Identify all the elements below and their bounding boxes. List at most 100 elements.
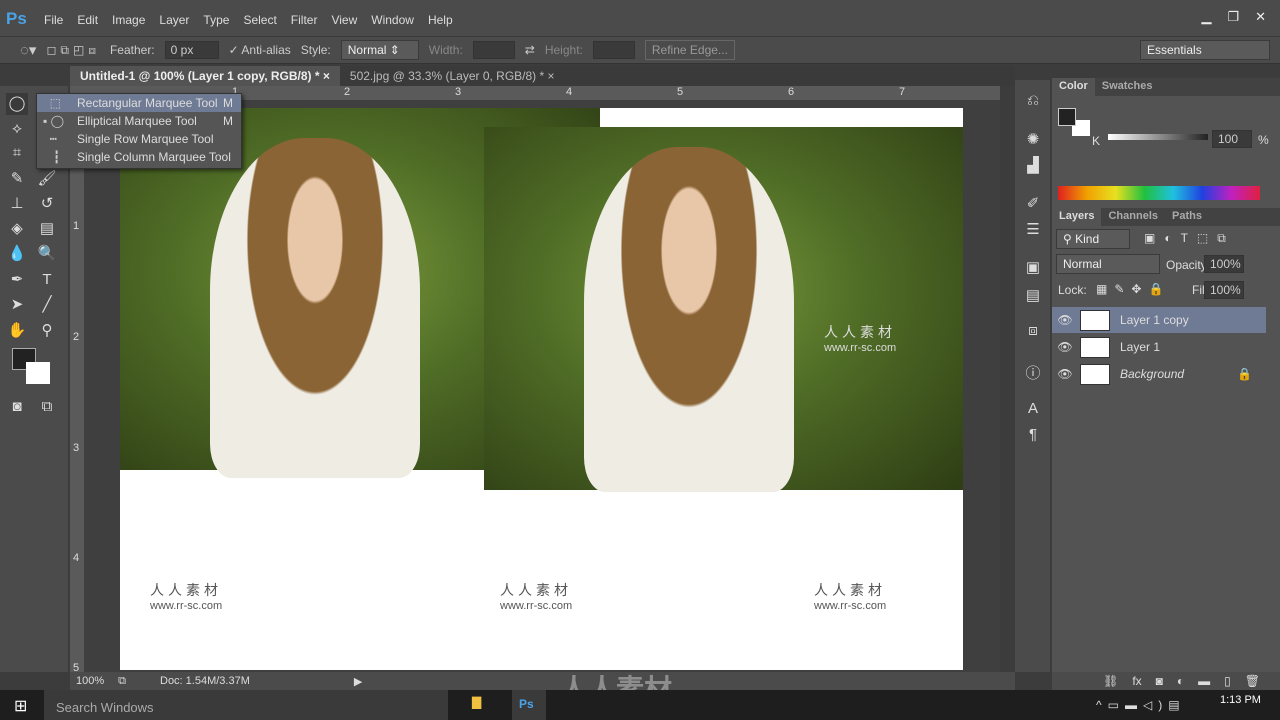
rectangular-marquee-item[interactable]: ⬚ Rectangular Marquee Tool M <box>37 94 241 112</box>
adjustment-layer-icon[interactable]: ◐ <box>1177 674 1184 688</box>
menu-edit[interactable]: Edit <box>77 13 98 27</box>
close-tab-icon[interactable]: × <box>323 69 330 83</box>
feather-input[interactable]: 0 px <box>164 41 219 59</box>
document-canvas[interactable]: 人人素材 www.rr-sc.com 人人素材 www.rr-sc.com 人人素材… <box>120 108 963 670</box>
blend-mode-select[interactable]: Normal <box>1056 254 1160 274</box>
close-icon[interactable]: ✕ <box>1255 9 1266 25</box>
visibility-eye-icon[interactable]: 👁 <box>1052 313 1078 327</box>
height-input[interactable] <box>592 41 635 59</box>
blur-tool-icon[interactable]: 💧 <box>6 243 28 265</box>
menu-image[interactable]: Image <box>112 13 145 27</box>
elliptical-marquee-item[interactable]: ▪ ◯ Elliptical Marquee Tool M <box>37 112 241 130</box>
crop-tool-icon[interactable]: ⌗ <box>6 142 28 164</box>
delete-layer-icon[interactable]: 🗑 <box>1245 674 1260 688</box>
lasso-tool-icon[interactable]: ⟡ <box>6 118 28 140</box>
tab-channels[interactable]: Channels <box>1101 208 1165 226</box>
screen-mode-icon[interactable]: ⧉ <box>36 396 58 418</box>
character-icon[interactable]: A <box>1023 400 1043 417</box>
layer-row-layer-1-copy[interactable]: 👁 Layer 1 copy <box>1052 307 1266 333</box>
background-color-swatch[interactable] <box>26 362 50 384</box>
link-layers-icon[interactable]: ⛓ <box>1103 674 1118 688</box>
fx-icon[interactable]: fx <box>1132 674 1141 688</box>
history-brush-icon[interactable]: ↺ <box>36 193 58 215</box>
swap-icon[interactable]: ⇄ <box>525 43 535 57</box>
menu-type[interactable]: Type <box>203 13 229 27</box>
tab-color[interactable]: Color <box>1052 78 1095 96</box>
zoom-tool-icon[interactable]: ⚲ <box>36 320 58 342</box>
healing-brush-icon[interactable]: ✎ <box>6 168 28 190</box>
workspace-select[interactable]: Essentials <box>1140 40 1270 60</box>
gradient-tool-icon[interactable]: ▤ <box>36 218 58 240</box>
restore-icon[interactable]: ❐ <box>1227 9 1239 25</box>
lock-icons[interactable]: ▦✎✥🔒 <box>1096 282 1170 296</box>
tab-paths[interactable]: Paths <box>1165 208 1209 226</box>
status-menu-arrow-icon[interactable]: ▶ <box>354 675 362 688</box>
paragraph-icon[interactable]: ¶ <box>1023 426 1043 443</box>
menu-select[interactable]: Select <box>243 13 276 27</box>
type-tool-icon[interactable]: T <box>36 269 58 291</box>
single-column-marquee-item[interactable]: ┇ Single Column Marquee Tool <box>37 148 241 166</box>
pen-tool-icon[interactable]: ✒ <box>6 269 28 291</box>
notes-icon[interactable]: ▤ <box>1023 286 1043 304</box>
history-icon[interactable]: ⎌ <box>1023 92 1043 109</box>
elliptical-marquee-icon[interactable]: ◌▾ <box>20 41 36 59</box>
system-tray-icons[interactable]: ^▭▬◁)▤ <box>1096 698 1186 712</box>
width-input[interactable] <box>472 41 515 59</box>
group-icon[interactable]: ▬ <box>1198 674 1210 688</box>
file-explorer-icon[interactable]: ▇ <box>472 695 481 709</box>
layer-row-background[interactable]: 👁 Background 🔒 <box>1052 361 1266 387</box>
menu-layer[interactable]: Layer <box>159 13 189 27</box>
clone-stamp-icon[interactable]: ⊥ <box>6 193 28 215</box>
close-tab-icon[interactable]: × <box>548 69 555 83</box>
fg-color-chip[interactable] <box>1058 108 1076 126</box>
visibility-eye-icon[interactable]: 👁 <box>1052 367 1078 381</box>
clone-source-icon[interactable]: ☰ <box>1023 220 1043 238</box>
quick-mask-icon[interactable]: ◙ <box>6 396 28 418</box>
k-value-input[interactable]: 100 <box>1212 130 1252 148</box>
search-windows-input[interactable]: Search Windows <box>44 690 448 720</box>
info-icon[interactable]: ⓘ <box>1023 362 1043 383</box>
eraser-icon[interactable]: ◈ <box>6 218 28 240</box>
single-row-marquee-item[interactable]: ┅ Single Row Marquee Tool <box>37 130 241 148</box>
dodge-tool-icon[interactable]: 🔍 <box>36 243 58 265</box>
menu-window[interactable]: Window <box>371 13 414 27</box>
menu-file[interactable]: File <box>44 13 63 27</box>
fill-input[interactable]: 100% <box>1204 281 1244 299</box>
tab-swatches[interactable]: Swatches <box>1095 78 1160 96</box>
tab-502-jpg[interactable]: 502.jpg @ 33.3% (Layer 0, RGB/8) * × <box>340 66 565 86</box>
line-tool-icon[interactable]: ╱ <box>36 294 58 316</box>
layer-filter-select[interactable]: ⚲ Kind <box>1056 229 1130 249</box>
tab-untitled-1[interactable]: Untitled-1 @ 100% (Layer 1 copy, RGB/8) … <box>70 66 340 86</box>
brush-presets-icon[interactable]: ✐ <box>1023 194 1043 212</box>
adjustments-icon[interactable]: ✺ <box>1023 130 1043 148</box>
opacity-input[interactable]: 100% <box>1204 255 1244 273</box>
brush-tool-icon[interactable]: 🖌 <box>36 168 58 190</box>
properties-icon[interactable]: ▣ <box>1023 258 1043 276</box>
menu-help[interactable]: Help <box>428 13 453 27</box>
tab-layers[interactable]: Layers <box>1052 208 1102 226</box>
photoshop-taskbar-icon[interactable]: Ps <box>512 690 546 720</box>
new-layer-icon[interactable]: ▯ <box>1224 674 1231 688</box>
3d-icon[interactable]: ⧈ <box>1023 322 1043 339</box>
hand-tool-icon[interactable]: ✋ <box>6 320 28 342</box>
layer-filter-icons[interactable]: ▣◐T⬚⧉ <box>1144 231 1235 246</box>
mask-icon[interactable]: ◙ <box>1156 674 1163 688</box>
color-spectrum[interactable] <box>1058 186 1260 200</box>
menu-filter[interactable]: Filter <box>291 13 318 27</box>
k-slider[interactable] <box>1108 134 1208 140</box>
elliptical-marquee-tool-icon[interactable]: ◯ <box>6 93 28 115</box>
path-selection-icon[interactable]: ➤ <box>6 294 28 316</box>
minimize-icon[interactable]: ▁ <box>1201 9 1211 25</box>
selection-mode-icons[interactable]: ◻⧉◰⧈ <box>46 43 100 58</box>
antialias-checkbox[interactable]: ✓ Anti-alias <box>229 43 291 57</box>
zoom-level[interactable]: 100% <box>76 675 104 687</box>
histogram-icon[interactable]: ▟ <box>1023 156 1043 174</box>
visibility-eye-icon[interactable]: 👁 <box>1052 340 1078 354</box>
layer-row-layer-1[interactable]: 👁 Layer 1 <box>1052 334 1266 360</box>
windows-start-icon[interactable]: ⊞ <box>14 696 27 716</box>
refine-edge-button[interactable]: Refine Edge... <box>644 40 735 60</box>
width-label: Width: <box>428 43 463 57</box>
clock[interactable]: 1:13 PM <box>1220 694 1261 706</box>
menu-view[interactable]: View <box>331 13 357 27</box>
style-select[interactable]: Normal ⇕ <box>340 40 419 60</box>
